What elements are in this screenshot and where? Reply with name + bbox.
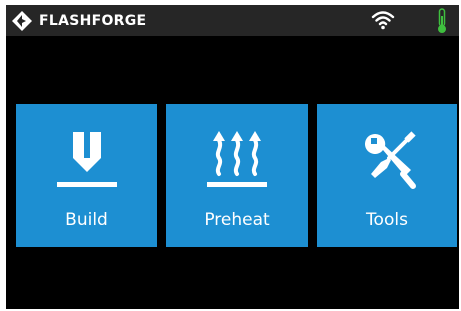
- thermometer-icon: [438, 8, 446, 33]
- heat-icon: [207, 131, 267, 187]
- preheat-label: Preheat: [204, 210, 270, 230]
- status-bar: FLASHFORGE: [6, 5, 459, 36]
- tools-icon: [365, 131, 416, 189]
- flashforge-logo-icon: [12, 11, 32, 31]
- nozzle-icon: [56, 132, 117, 187]
- build-label: Build: [65, 210, 108, 230]
- wifi-icon: [371, 11, 395, 30]
- preheat-button[interactable]: Preheat: [166, 104, 308, 247]
- printer-screen: FLASHFORGE Build Preheat Tools: [6, 5, 459, 309]
- tools-label: Tools: [366, 210, 408, 230]
- tools-button[interactable]: Tools: [317, 104, 457, 247]
- brand-name: FLASHFORGE: [39, 13, 147, 29]
- build-button[interactable]: Build: [16, 104, 157, 247]
